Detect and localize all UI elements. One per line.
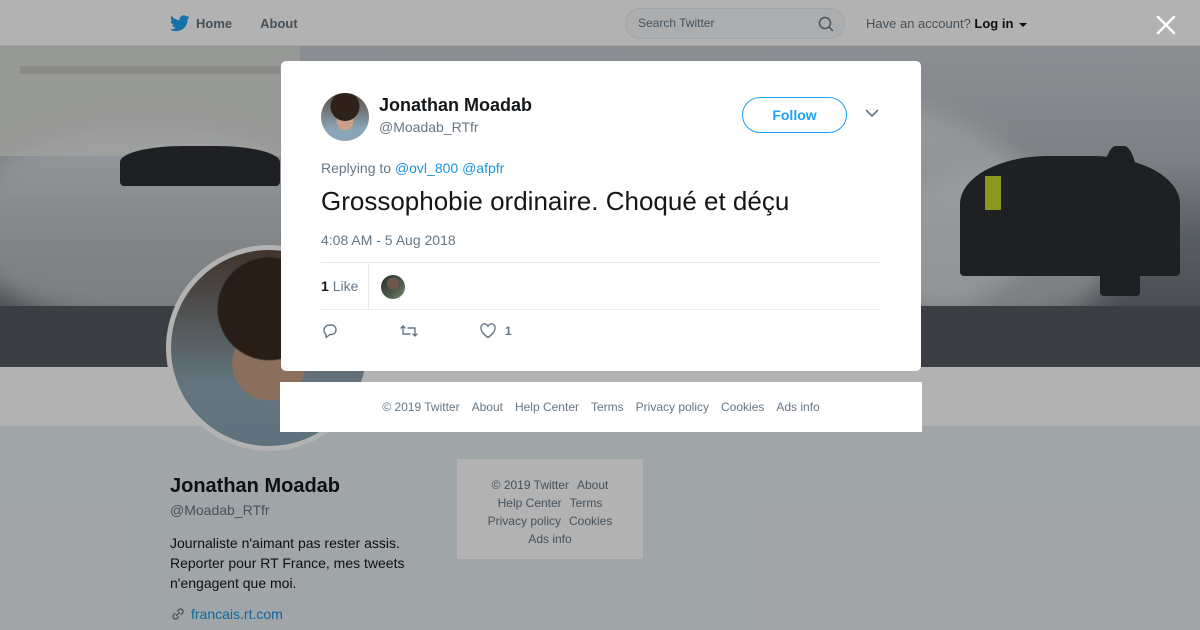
- modal-footer: © 2019 Twitter About Help Center Terms P…: [280, 382, 922, 432]
- follow-button[interactable]: Follow: [742, 97, 847, 133]
- tweet-actions: 1: [321, 320, 572, 342]
- modal-footer-terms-link[interactable]: Terms: [591, 400, 624, 414]
- modal-footer-ads-link[interactable]: Ads info: [776, 400, 819, 414]
- tweet-author-handle[interactable]: @Moadab_RTfr: [379, 119, 479, 135]
- tweet-modal: Jonathan Moadab @Moadab_RTfr Follow Repl…: [281, 61, 921, 371]
- retweet-icon: [400, 325, 418, 337]
- modal-footer-about-link[interactable]: About: [472, 400, 503, 414]
- reply-button[interactable]: [321, 322, 339, 340]
- like-action-count: 1: [505, 324, 512, 338]
- tweet-text: Grossophobie ordinaire. Choqué et déçu: [321, 186, 790, 216]
- like-button[interactable]: 1: [479, 322, 512, 340]
- close-icon[interactable]: [1153, 12, 1179, 38]
- replying-prefix: Replying to: [321, 160, 392, 176]
- likes-count[interactable]: 1 Like: [321, 278, 358, 294]
- retweet-button[interactable]: [399, 322, 419, 340]
- replying-to: Replying to @ovl_800 @afpfr: [321, 160, 504, 176]
- tweet-timestamp[interactable]: 4:08 AM - 5 Aug 2018: [321, 232, 456, 248]
- tweet-author-name[interactable]: Jonathan Moadab: [379, 95, 532, 116]
- reply-icon: [323, 324, 337, 339]
- tweet-stats: 1 Like: [321, 262, 881, 310]
- chevron-down-icon[interactable]: [864, 107, 880, 119]
- modal-footer-privacy-link[interactable]: Privacy policy: [636, 400, 709, 414]
- mention-link[interactable]: @ovl_800: [395, 160, 458, 176]
- close-button[interactable]: [1153, 12, 1179, 38]
- modal-footer-copyright: © 2019 Twitter: [382, 400, 460, 414]
- liker-avatar[interactable]: [381, 275, 405, 299]
- heart-icon: [480, 323, 496, 339]
- likes-label: Like: [332, 278, 359, 294]
- mention-link[interactable]: @afpfr: [462, 160, 504, 176]
- tweet-author-avatar[interactable]: [321, 93, 369, 141]
- stats-divider: [368, 263, 369, 309]
- modal-footer-help-link[interactable]: Help Center: [515, 400, 579, 414]
- likes-number: 1: [321, 278, 329, 294]
- modal-footer-cookies-link[interactable]: Cookies: [721, 400, 764, 414]
